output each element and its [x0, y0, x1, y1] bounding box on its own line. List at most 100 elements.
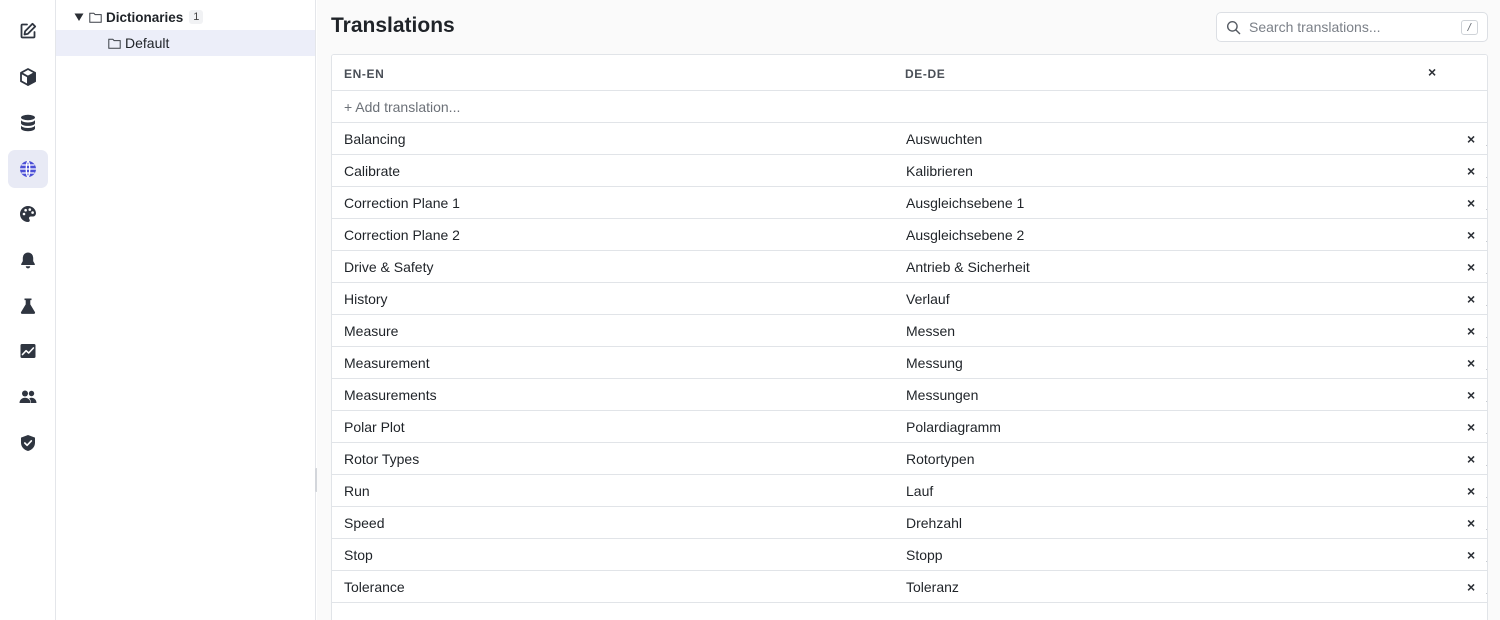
row-divider-stub [1486, 465, 1487, 466]
remove-column-button[interactable]: × [1428, 64, 1436, 80]
rail-item-analytics[interactable] [8, 332, 48, 370]
row-divider-stub [1486, 209, 1487, 210]
table-row[interactable]: Calibrate Kalibrieren × [332, 155, 1487, 187]
database-icon [21, 114, 35, 132]
cell-en-en[interactable]: Correction Plane 2 [344, 227, 460, 243]
delete-row-button[interactable]: × [1467, 130, 1475, 148]
cell-de-de[interactable]: Messungen [906, 387, 978, 403]
row-divider-stub [1486, 241, 1487, 242]
cell-en-en[interactable]: Measurements [344, 387, 437, 403]
chart-icon [20, 344, 36, 358]
add-translation-row[interactable]: + Add translation... [332, 91, 1487, 123]
delete-row-button[interactable]: × [1467, 194, 1475, 212]
table-row[interactable]: Correction Plane 2 Ausgleichsebene 2 × [332, 219, 1487, 251]
cell-de-de[interactable]: Rotortypen [906, 451, 974, 467]
cell-de-de[interactable]: Auswuchten [906, 131, 982, 147]
cell-en-en[interactable]: Drive & Safety [344, 259, 433, 275]
delete-row-button[interactable]: × [1467, 418, 1475, 436]
cell-en-en[interactable]: Measurement [344, 355, 430, 371]
delete-row-button[interactable]: × [1467, 514, 1475, 532]
rail-item-security[interactable] [8, 424, 48, 462]
table-row[interactable]: Measurements Messungen × [332, 379, 1487, 411]
rail-item-edit[interactable] [8, 12, 48, 50]
cell-de-de[interactable]: Messung [906, 355, 963, 371]
table-row[interactable]: Polar Plot Polardiagramm × [332, 411, 1487, 443]
cell-en-en[interactable]: Correction Plane 1 [344, 195, 460, 211]
delete-row-button[interactable]: × [1467, 354, 1475, 372]
cell-en-en[interactable]: Measure [344, 323, 398, 339]
delete-row-button[interactable]: × [1467, 482, 1475, 500]
count-badge: 1 [189, 10, 204, 24]
cell-de-de[interactable]: Ausgleichsebene 1 [906, 195, 1024, 211]
cell-de-de[interactable]: Stopp [906, 547, 943, 563]
users-icon [19, 390, 37, 403]
delete-row-button[interactable]: × [1467, 226, 1475, 244]
table-header: EN-EN DE-DE × [332, 55, 1487, 91]
row-divider-stub [1486, 177, 1487, 178]
tree-item-dictionaries[interactable]: Dictionaries 1 [56, 4, 315, 30]
cube-icon [20, 68, 36, 86]
page-title: Translations [331, 14, 455, 37]
search-input[interactable] [1249, 19, 1449, 35]
table-row[interactable]: Rotor Types Rotortypen × [332, 443, 1487, 475]
cell-de-de[interactable]: Ausgleichsebene 2 [906, 227, 1024, 243]
column-header-en[interactable]: EN-EN [344, 67, 384, 81]
table-row[interactable]: Measure Messen × [332, 315, 1487, 347]
cell-en-en[interactable]: Calibrate [344, 163, 400, 179]
cell-en-en[interactable]: Polar Plot [344, 419, 405, 435]
cell-de-de[interactable]: Kalibrieren [906, 163, 973, 179]
shortcut-hint: / [1461, 20, 1478, 35]
delete-row-button[interactable]: × [1467, 578, 1475, 596]
cell-en-en[interactable]: Run [344, 483, 370, 499]
row-divider-stub [1486, 433, 1487, 434]
rail-item-users[interactable] [8, 378, 48, 416]
delete-row-button[interactable]: × [1467, 322, 1475, 340]
rail-item-themes[interactable] [8, 195, 48, 233]
table-row[interactable]: Tolerance Toleranz × [332, 571, 1487, 603]
column-header-de[interactable]: DE-DE [905, 67, 945, 81]
cell-de-de[interactable]: Antrieb & Sicherheit [906, 259, 1030, 275]
globe-icon [20, 160, 36, 178]
caret-down-icon[interactable] [74, 12, 84, 22]
search-box[interactable]: / [1216, 12, 1488, 42]
rail-item-lab[interactable] [8, 287, 48, 325]
row-divider-stub [1486, 305, 1487, 306]
table-row[interactable]: Stop Stopp × [332, 539, 1487, 571]
table-row[interactable]: Speed Drehzahl × [332, 507, 1487, 539]
tree-item-label: Default [125, 35, 170, 51]
cell-en-en[interactable]: Tolerance [344, 579, 405, 595]
tree-item-default[interactable]: Default [56, 30, 315, 56]
row-divider-stub [1486, 593, 1487, 594]
row-divider-stub [1486, 497, 1487, 498]
cell-en-en[interactable]: Speed [344, 515, 384, 531]
cell-en-en[interactable]: History [344, 291, 388, 307]
delete-row-button[interactable]: × [1467, 546, 1475, 564]
cell-en-en[interactable]: Balancing [344, 131, 406, 147]
table-row[interactable]: Run Lauf × [332, 475, 1487, 507]
table-row[interactable]: Balancing Auswuchten × [332, 123, 1487, 155]
rail-item-cube[interactable] [8, 58, 48, 96]
delete-row-button[interactable]: × [1467, 162, 1475, 180]
bell-icon [21, 252, 35, 269]
cell-en-en[interactable]: Rotor Types [344, 451, 419, 467]
delete-row-button[interactable]: × [1467, 258, 1475, 276]
table-row[interactable]: Drive & Safety Antrieb & Sicherheit × [332, 251, 1487, 283]
delete-row-button[interactable]: × [1467, 386, 1475, 404]
cell-de-de[interactable]: Drehzahl [906, 515, 962, 531]
cell-de-de[interactable]: Lauf [906, 483, 933, 499]
cell-en-en[interactable]: Stop [344, 547, 373, 563]
rail-item-database[interactable] [8, 104, 48, 142]
main-content: Translations / EN-EN DE-DE × + Add trans… [317, 0, 1500, 620]
table-row[interactable]: Correction Plane 1 Ausgleichsebene 1 × [332, 187, 1487, 219]
row-divider-stub [1486, 561, 1487, 562]
table-row[interactable]: Measurement Messung × [332, 347, 1487, 379]
rail-item-translations[interactable] [8, 150, 48, 188]
rail-item-notifications[interactable] [8, 241, 48, 279]
cell-de-de[interactable]: Verlauf [906, 291, 950, 307]
cell-de-de[interactable]: Toleranz [906, 579, 959, 595]
delete-row-button[interactable]: × [1467, 290, 1475, 308]
delete-row-button[interactable]: × [1467, 450, 1475, 468]
cell-de-de[interactable]: Polardiagramm [906, 419, 1001, 435]
table-row[interactable]: History Verlauf × [332, 283, 1487, 315]
cell-de-de[interactable]: Messen [906, 323, 955, 339]
